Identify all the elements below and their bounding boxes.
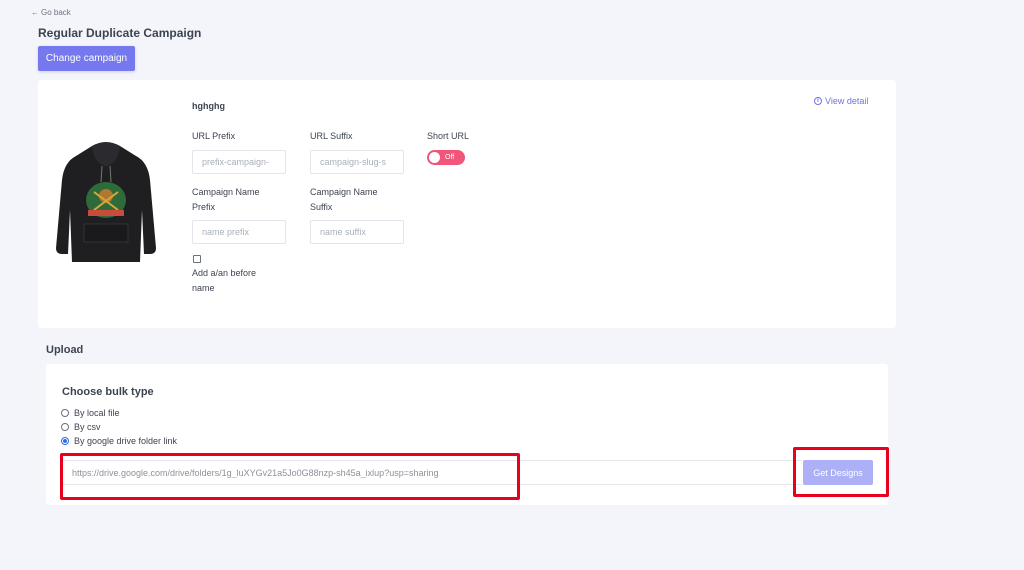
name-suffix-label: Campaign Name Suffix bbox=[310, 185, 378, 215]
radio-button[interactable] bbox=[61, 423, 69, 431]
add-article-checkbox[interactable] bbox=[193, 255, 201, 263]
view-detail-label: View detail bbox=[825, 96, 869, 106]
name-prefix-input[interactable] bbox=[192, 220, 286, 244]
short-url-label: Short URL bbox=[427, 131, 470, 141]
toggle-knob bbox=[429, 152, 440, 163]
bulk-type-title: Choose bulk type bbox=[62, 386, 154, 398]
url-suffix-label: URL Suffix bbox=[310, 131, 353, 141]
url-prefix-input[interactable] bbox=[192, 150, 286, 174]
info-icon: i bbox=[814, 97, 822, 105]
radio-label-csv: By csv bbox=[74, 422, 101, 432]
change-campaign-button[interactable]: Change campaign bbox=[38, 46, 135, 71]
name-prefix-label: Campaign Name Prefix bbox=[192, 185, 260, 215]
page-title: Regular Duplicate Campaign bbox=[38, 26, 202, 40]
get-designs-button[interactable]: Get Designs bbox=[803, 460, 873, 485]
radio-label-local-file: By local file bbox=[74, 408, 120, 418]
go-back-label: Go back bbox=[41, 8, 71, 17]
add-article-label: Add a/an before name bbox=[192, 266, 256, 296]
radio-button-selected[interactable] bbox=[61, 437, 69, 445]
drive-folder-link-input[interactable] bbox=[62, 460, 802, 485]
name-suffix-input[interactable] bbox=[310, 220, 404, 244]
radio-option-local-file[interactable]: By local file bbox=[61, 408, 120, 418]
url-prefix-label: URL Prefix bbox=[192, 131, 236, 141]
name-suffix-label-line2: Suffix bbox=[310, 202, 333, 212]
radio-option-csv[interactable]: By csv bbox=[61, 422, 101, 432]
name-suffix-label-line1: Campaign Name bbox=[310, 187, 378, 197]
hoodie-product-image bbox=[56, 142, 156, 262]
view-detail-link[interactable]: i View detail bbox=[814, 96, 868, 106]
upload-section-title: Upload bbox=[46, 344, 84, 356]
campaign-name: hghghg bbox=[192, 101, 225, 111]
radio-button[interactable] bbox=[61, 409, 69, 417]
arrow-left-icon: ← bbox=[31, 8, 39, 17]
go-back-link[interactable]: ← Go back bbox=[31, 8, 71, 17]
short-url-toggle[interactable]: Off bbox=[427, 150, 465, 165]
radio-label-google-drive: By google drive folder link bbox=[74, 436, 178, 446]
name-prefix-label-line2: Prefix bbox=[192, 202, 216, 212]
toggle-state-label: Off bbox=[445, 154, 455, 161]
url-suffix-input[interactable] bbox=[310, 150, 404, 174]
add-article-label-line2: name bbox=[192, 283, 215, 293]
add-article-label-line1: Add a/an before bbox=[192, 268, 257, 278]
name-prefix-label-line1: Campaign Name bbox=[192, 187, 260, 197]
upload-card: Choose bulk type By local file By csv By… bbox=[46, 364, 888, 505]
campaign-card: hghghg i View detail URL Prefix URL Suff… bbox=[38, 80, 896, 328]
radio-option-google-drive[interactable]: By google drive folder link bbox=[61, 436, 177, 446]
